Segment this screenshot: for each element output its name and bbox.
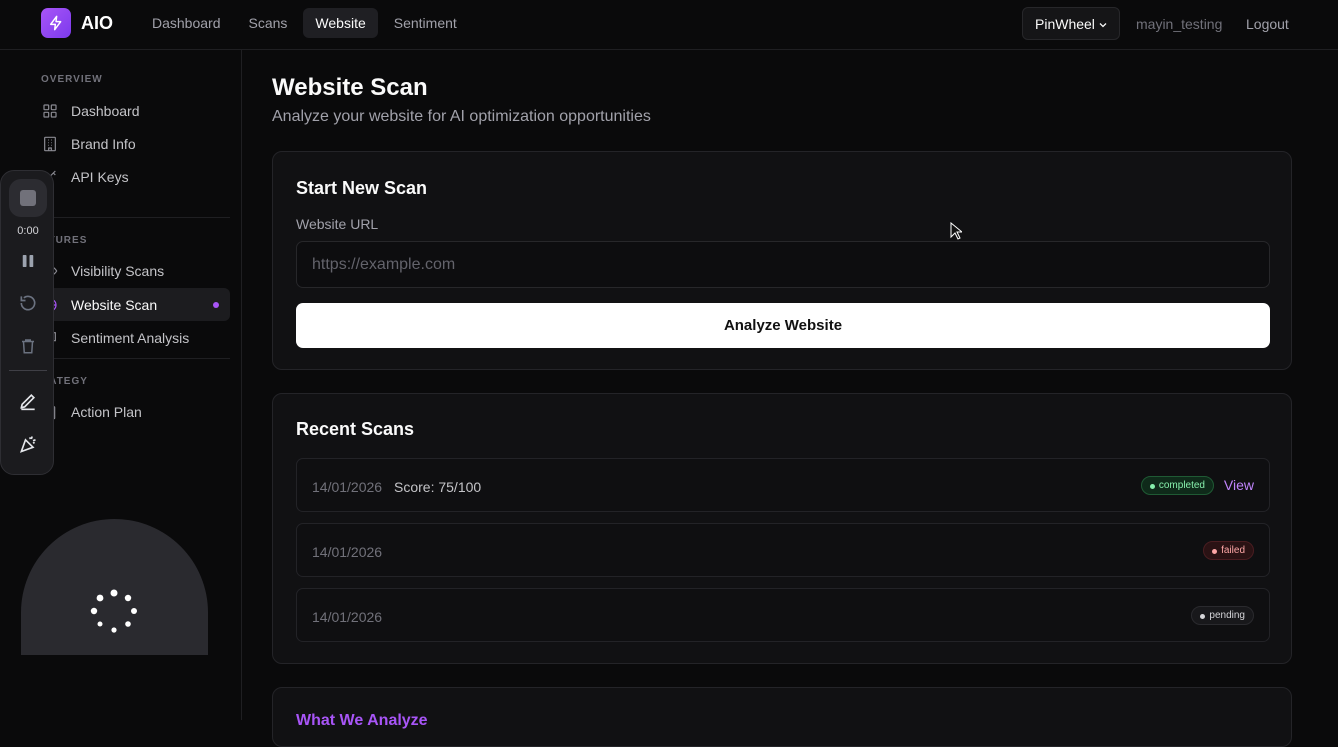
- page-title: Website Scan: [272, 74, 428, 101]
- sidebar-item-dashboard[interactable]: Dashboard: [30, 94, 230, 127]
- sidebar-item-label: Website Scan: [71, 296, 158, 313]
- status-badge: failed: [1203, 541, 1254, 560]
- scan-row: 14/01/2026 pending: [296, 588, 1270, 642]
- delete-recording-button[interactable]: [16, 334, 40, 358]
- what-we-analyze-title: What We Analyze: [296, 712, 428, 729]
- effects-button[interactable]: [16, 432, 40, 456]
- sidebar-item-label: Visibility Scans: [71, 262, 165, 279]
- sidebar-item-api-keys[interactable]: API Keys: [30, 160, 230, 193]
- top-navigation-bar: AIO Dashboard Scans Website Sentiment Pi…: [0, 0, 1338, 50]
- sidebar-item-label: Sentiment Analysis: [71, 329, 190, 346]
- scan-date: 14/01/2026: [312, 479, 383, 495]
- sidebar-divider: [30, 217, 230, 218]
- sidebar-divider: [30, 358, 230, 359]
- sidebar-item-website-scan[interactable]: Website Scan: [30, 288, 230, 321]
- pencil-icon: [20, 393, 36, 411]
- draw-button[interactable]: [16, 389, 40, 413]
- building-icon: [41, 135, 59, 153]
- page-subtitle: Analyze your website for AI optimization…: [272, 108, 651, 125]
- website-url-label: Website URL: [296, 216, 379, 232]
- card-title: Recent Scans: [296, 419, 415, 439]
- recorder-divider: [9, 370, 47, 371]
- scan-row: 14/01/2026 Score: 75/100 completed View: [296, 458, 1270, 512]
- screen-recorder-toolbar: 0:00: [0, 170, 54, 475]
- nav-scans[interactable]: Scans: [237, 8, 300, 38]
- stop-recording-button[interactable]: [9, 179, 47, 217]
- sidebar-item-label: Action Plan: [71, 403, 142, 420]
- view-scan-link[interactable]: View: [1224, 477, 1254, 493]
- grid-icon: [41, 102, 59, 120]
- status-badge: pending: [1191, 606, 1254, 625]
- restart-icon: [20, 295, 36, 311]
- sidebar-section-overview: OVERVIEW: [41, 74, 103, 85]
- scan-date: 14/01/2026: [312, 609, 383, 625]
- nav-dashboard[interactable]: Dashboard: [140, 8, 233, 38]
- start-new-scan-card: Start New Scan Website URL Analyze Websi…: [272, 151, 1292, 370]
- status-badge: completed: [1140, 476, 1214, 495]
- analyze-website-button[interactable]: Analyze Website: [296, 303, 1270, 348]
- party-popper-icon: [19, 436, 36, 453]
- sidebar-item-label: API Keys: [71, 168, 129, 185]
- sidebar-item-brand-info[interactable]: Brand Info: [30, 127, 230, 160]
- username: mayin_testing: [1136, 16, 1223, 32]
- recording-timer: 0:00: [17, 225, 39, 237]
- logout-link[interactable]: Logout: [1246, 16, 1289, 32]
- nav-website[interactable]: Website: [303, 8, 378, 38]
- sidebar-item-visibility-scans[interactable]: Visibility Scans: [30, 254, 230, 287]
- website-url-input[interactable]: [296, 241, 1270, 288]
- sidebar-item-action-plan[interactable]: Action Plan: [30, 395, 230, 428]
- what-we-analyze-card: What We Analyze: [272, 687, 1292, 747]
- app-logo-icon[interactable]: [41, 8, 71, 38]
- brand-select[interactable]: PinWheel: [1022, 7, 1120, 40]
- scan-row: 14/01/2026 failed: [296, 523, 1270, 577]
- scan-score: Score: 75/100: [394, 479, 482, 495]
- sidebar-item-label: Brand Info: [71, 135, 136, 152]
- recent-scans-card: Recent Scans 14/01/2026 Score: 75/100 comp…: [272, 393, 1292, 664]
- stop-icon: [20, 190, 36, 206]
- active-indicator-dot: [213, 302, 219, 308]
- pause-icon: [22, 255, 34, 267]
- nav-sentiment[interactable]: Sentiment: [382, 8, 469, 38]
- chevron-down-icon: [1099, 23, 1107, 28]
- scan-date: 14/01/2026: [312, 544, 383, 560]
- trash-icon: [22, 339, 34, 354]
- card-title: Start New Scan: [296, 178, 428, 198]
- main-nav: Dashboard Scans Website Sentiment: [140, 8, 469, 38]
- sidebar-item-label: Dashboard: [71, 102, 140, 119]
- pause-button[interactable]: [16, 249, 40, 273]
- app-name: AIO: [81, 13, 114, 33]
- sidebar-item-sentiment-analysis[interactable]: Sentiment Analysis: [30, 321, 230, 354]
- restart-button[interactable]: [16, 291, 40, 315]
- mouse-cursor-icon: [950, 222, 962, 240]
- brand-select-value: PinWheel: [1035, 15, 1095, 32]
